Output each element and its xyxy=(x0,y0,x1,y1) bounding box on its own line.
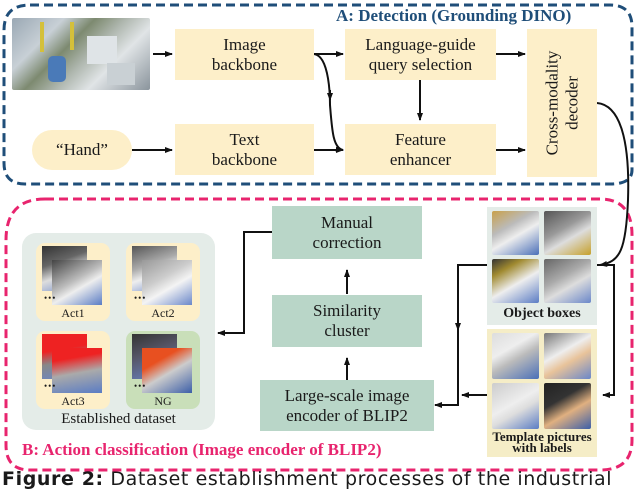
dataset-tile-act2: ••• Act2 xyxy=(126,243,200,321)
text-backbone-box: Text backbone xyxy=(175,124,314,175)
established-dataset-label: Established dataset xyxy=(61,411,176,427)
template-photo xyxy=(492,383,539,429)
feature-enhancer-box: Feature enhancer xyxy=(345,124,496,175)
hand-prompt: “Hand” xyxy=(32,130,132,170)
dataset-tile-act1: ••• Act1 xyxy=(36,243,110,321)
query-selection-box: Language-guide query selection xyxy=(345,29,496,80)
arrow-backbone-to-enhancer xyxy=(313,53,344,152)
similarity-cluster-box: Similarity cluster xyxy=(272,295,422,347)
arrow-object-boxes-branch xyxy=(455,264,487,331)
ellipsis-icon: ••• xyxy=(134,381,147,391)
ellipsis-icon: ••• xyxy=(44,381,57,391)
arrow-branch-to-encoder xyxy=(434,402,459,408)
arrow-object-boxes-to-template xyxy=(597,264,615,398)
template-pictures-panel: Template pictures with labels xyxy=(487,329,597,457)
classification-region-title: B: Action classification (Image encoder … xyxy=(22,440,382,459)
manual-correction-box: Manual correction xyxy=(272,206,422,259)
object-boxes-panel: Object boxes xyxy=(487,207,597,325)
cross-modality-decoder-box: Cross-modality decoder xyxy=(527,29,597,177)
image-backbone-box: Image backbone xyxy=(175,29,314,80)
arrow-manual-to-dataset xyxy=(217,231,272,336)
ellipsis-icon: ••• xyxy=(44,293,57,303)
established-dataset-panel: ••• Act1 ••• Act2 ••• Act3 ••• NG Establ… xyxy=(22,233,215,430)
object-box-photo xyxy=(492,259,539,303)
template-photo xyxy=(544,333,591,379)
template-photo xyxy=(544,383,591,429)
figure-caption: Figure 2: Dataset establishment processe… xyxy=(2,468,613,490)
factory-scene-photo xyxy=(12,18,150,90)
blip2-encoder-box: Large-scale image encoder of BLIP2 xyxy=(260,380,434,431)
template-photo xyxy=(492,333,539,379)
detection-region-title: A: Detection (Grounding DINO) xyxy=(336,6,572,25)
object-box-photo xyxy=(492,211,539,255)
object-box-photo xyxy=(544,211,591,255)
dataset-tile-ng: ••• NG xyxy=(126,331,200,409)
object-box-photo xyxy=(544,259,591,303)
ellipsis-icon: ••• xyxy=(134,293,147,303)
dataset-tile-act3: ••• Act3 xyxy=(36,331,110,409)
